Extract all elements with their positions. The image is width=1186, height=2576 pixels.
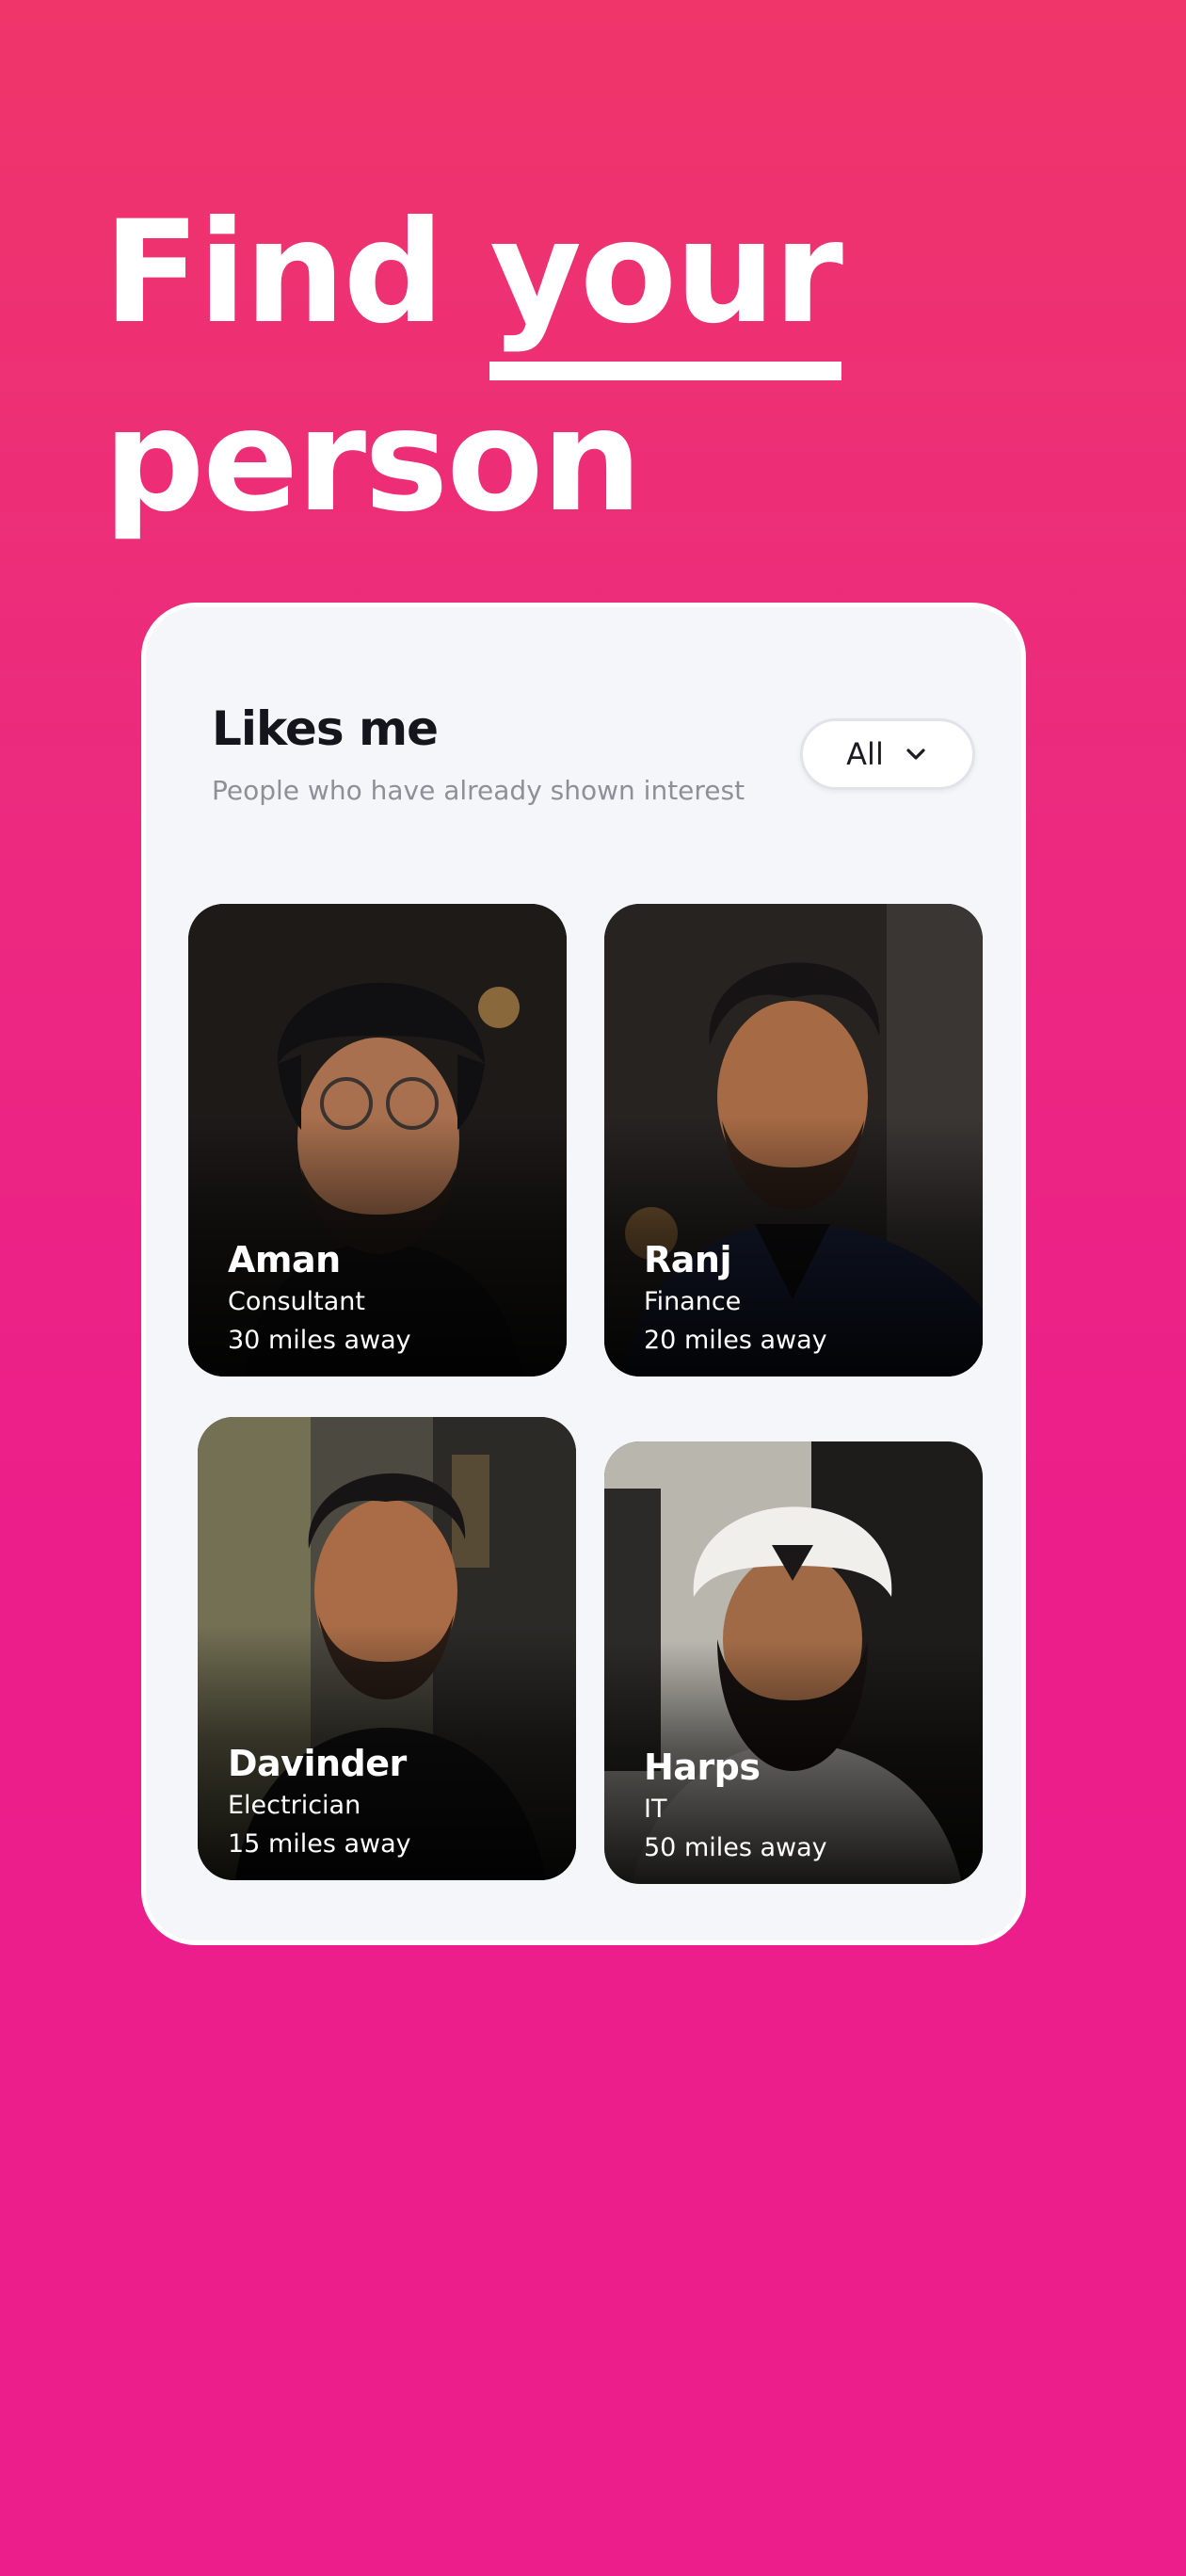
profile-name: Aman — [228, 1239, 341, 1280]
panel-subtitle: People who have already shown interest — [212, 775, 745, 806]
headline-word-your-underlined: your — [489, 179, 843, 380]
profile-name: Davinder — [228, 1743, 407, 1784]
profile-name: Ranj — [644, 1239, 731, 1280]
profile-occupation: IT — [644, 1795, 667, 1824]
filter-dropdown[interactable]: All — [800, 718, 975, 790]
profile-info: Aman Consultant 30 miles away — [228, 1237, 411, 1360]
headline: Find your person — [104, 179, 843, 555]
profile-distance: 50 miles away — [644, 1833, 827, 1862]
profile-distance: 30 miles away — [228, 1326, 411, 1355]
chevron-down-icon — [906, 749, 925, 760]
profile-info: Davinder Electrician 15 miles away — [228, 1741, 411, 1863]
profile-card-harps[interactable]: Harps IT 50 miles away — [604, 1441, 983, 1884]
profile-info: Ranj Finance 20 miles away — [644, 1237, 827, 1360]
profile-name: Harps — [644, 1747, 761, 1788]
profile-card-ranj[interactable]: Ranj Finance 20 miles away — [604, 904, 983, 1377]
profile-distance: 20 miles away — [644, 1326, 827, 1355]
profile-occupation: Finance — [644, 1287, 742, 1316]
filter-selected-value: All — [846, 736, 884, 772]
profile-card-davinder[interactable]: Davinder Electrician 15 miles away — [198, 1417, 576, 1880]
profile-occupation: Electrician — [228, 1791, 361, 1820]
profile-occupation: Consultant — [228, 1287, 365, 1316]
likes-me-panel: Likes me People who have already shown i… — [141, 603, 1026, 1945]
headline-line-1: Find your — [104, 179, 843, 380]
profile-card-aman[interactable]: Aman Consultant 30 miles away — [188, 904, 567, 1377]
panel-title: Likes me — [212, 701, 439, 756]
profile-info: Harps IT 50 miles away — [644, 1745, 827, 1867]
headline-word-person: person — [104, 379, 642, 543]
profile-distance: 15 miles away — [228, 1829, 411, 1859]
headline-word-find: Find — [104, 191, 444, 355]
